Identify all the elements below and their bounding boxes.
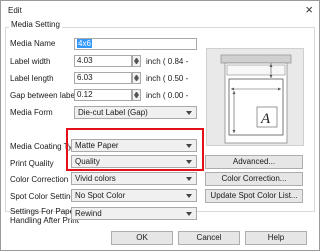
label-length-input[interactable]: 6.03 [74,72,132,84]
edit-dialog: Edit × Media Setting Media Name 4x6 Labe… [0,0,320,251]
settings-handling-value: Rewind [75,209,102,218]
media-name-input[interactable]: 4x6 [74,38,197,50]
label-length-spinner[interactable] [132,72,141,84]
print-quality-label: Print Quality [10,159,54,168]
chevron-down-icon [186,111,192,115]
highlight-box [66,128,204,171]
spot-color-label: Spot Color Setting [10,192,75,201]
cancel-button[interactable]: Cancel [178,231,240,245]
media-name-label: Media Name [10,39,56,48]
label-width-unit: inch ( 0.84 - [146,57,189,66]
chevron-down-icon [186,177,192,181]
chevron-down-icon [186,212,192,216]
label-preview: A [206,48,304,146]
gap-label: Gap between labels [10,91,81,100]
color-correction-button[interactable]: Color Correction... [205,172,303,186]
advanced-button[interactable]: Advanced... [205,155,303,169]
media-form-select[interactable]: Die-cut Label (Gap) [74,106,197,119]
settings-handling-label: Settings For Paper Handling After Print [10,207,79,225]
update-spot-color-button[interactable]: Update Spot Color List... [205,189,303,203]
chevron-down-icon [186,194,192,198]
color-correction-value: Vivid colors [75,174,116,183]
label-width-label: Label width [10,57,51,66]
gap-unit: inch ( 0.00 - [146,91,189,100]
window-title: Edit [8,6,22,15]
ok-button[interactable]: OK [111,231,173,245]
media-name-value: 4x6 [77,39,92,48]
settings-handling-select[interactable]: Rewind [71,207,197,220]
preview-letter: A [260,111,271,127]
spot-color-value: No Spot Color [75,191,126,200]
media-form-value: Die-cut Label (Gap) [78,108,148,117]
label-width-input[interactable]: 4.03 [74,55,132,67]
close-icon[interactable]: × [305,3,313,17]
gap-spinner[interactable] [132,89,141,101]
spot-color-select[interactable]: No Spot Color [71,189,197,202]
color-correction-select[interactable]: Vivid colors [71,172,197,185]
help-button[interactable]: Help [245,231,307,245]
label-diagram-icon: A [220,54,292,144]
titlebar: Edit × [1,1,319,21]
media-form-label: Media Form [10,108,53,117]
label-length-label: Label length [10,74,54,83]
label-length-unit: inch ( 0.50 - [146,74,189,83]
gap-input[interactable]: 0.12 [74,89,132,101]
label-width-spinner[interactable] [132,55,141,67]
group-title: Media Setting [9,20,62,29]
